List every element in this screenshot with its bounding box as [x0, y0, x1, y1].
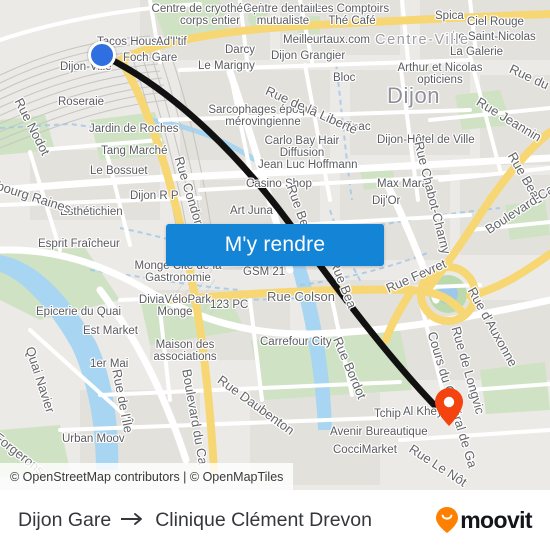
route-summary: Dijon Gare Clinique Clément Drevon	[18, 509, 372, 532]
map-attribution: © OpenStreetMap contributors | © OpenMap…	[0, 463, 294, 490]
destination-label: Clinique Clément Drevon	[155, 508, 372, 531]
navigate-button[interactable]: M'y rendre	[166, 224, 384, 266]
map-pin-icon	[435, 388, 463, 426]
footer-bar: Dijon Gare Clinique Clément Drevon moovi…	[0, 490, 550, 550]
moovit-logo: moovit	[436, 506, 533, 534]
moovit-route-screen: Centre de cryothérapie corps entier Centr…	[0, 0, 550, 550]
moovit-wordmark: moovit	[460, 506, 532, 533]
origin-marker[interactable]	[88, 41, 116, 69]
map-canvas[interactable]: Centre de cryothérapie corps entier Centr…	[0, 0, 550, 490]
destination-marker[interactable]	[435, 388, 463, 426]
origin-label: Dijon Gare	[18, 508, 112, 531]
arrow-right-icon	[120, 509, 146, 532]
moovit-pin-icon	[436, 507, 459, 533]
